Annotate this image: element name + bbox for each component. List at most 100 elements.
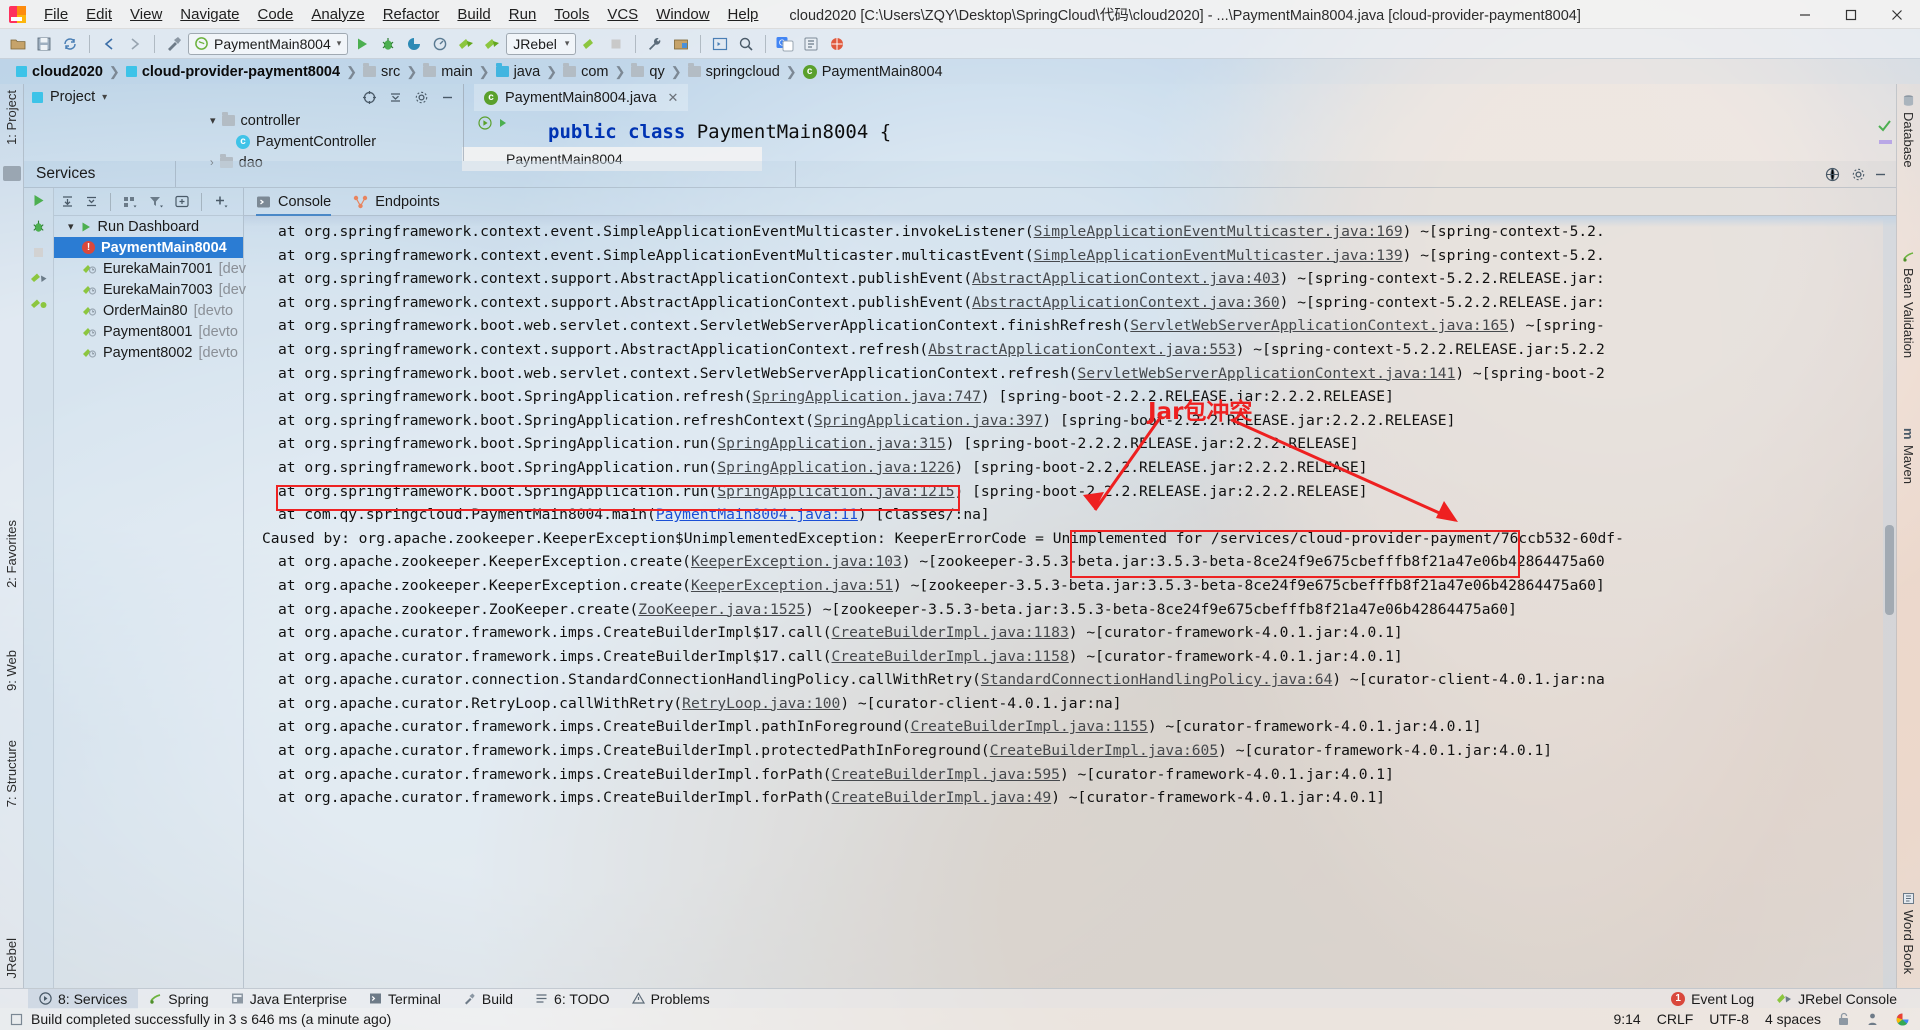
services-item-payment8002[interactable]: Payment8002 [devto: [54, 342, 243, 363]
google-icon[interactable]: [1895, 1012, 1910, 1027]
bottom-item-event-log[interactable]: 1 Event Log: [1660, 989, 1765, 1009]
console-stack-link[interactable]: KeeperException.java:103: [691, 553, 902, 570]
bottom-item-java-enterprise[interactable]: Java Enterprise: [220, 989, 358, 1009]
services-settings-globe-icon[interactable]: [1825, 167, 1840, 182]
console-stack-link[interactable]: KeeperException.java:51: [691, 577, 893, 594]
breadcrumb-item-java[interactable]: java: [490, 63, 547, 80]
rail-item-maven[interactable]: m Maven: [1897, 422, 1920, 490]
run-with-coverage-icon[interactable]: [402, 32, 426, 56]
console-stack-link[interactable]: SpringApplication.java:747: [752, 388, 980, 405]
tree-row-controller[interactable]: ▾ controller: [210, 110, 463, 131]
debug-icon[interactable]: [376, 32, 400, 56]
collapse-all-icon[interactable]: [388, 90, 403, 105]
jrebel-run-icon-sidebar[interactable]: [30, 271, 48, 286]
services-title[interactable]: Services: [24, 161, 176, 187]
chevron-down-icon-controller[interactable]: ▾: [210, 114, 216, 127]
console-stack-link[interactable]: SimpleApplicationEventMulticaster.java:1…: [1034, 247, 1403, 264]
menu-build[interactable]: Build: [448, 3, 499, 26]
console-stack-link[interactable]: CreateBuilderImpl.java:1183: [832, 624, 1069, 641]
run-gutter-icon-2[interactable]: [497, 117, 509, 129]
open-project-icon[interactable]: [6, 32, 30, 56]
services-item-payment8001[interactable]: Payment8001 [devto: [54, 321, 243, 342]
back-icon[interactable]: [97, 32, 121, 56]
editor-tab-paymentmain8004[interactable]: c PaymentMain8004.java ✕: [474, 84, 689, 111]
console-output-wrapper[interactable]: at org.springframework.context.event.Sim…: [244, 216, 1896, 988]
inspector-icon[interactable]: [1866, 1012, 1879, 1026]
inspection-ok-icon[interactable]: [1877, 118, 1892, 133]
jrebel-run-icon[interactable]: [454, 32, 478, 56]
minimize-button[interactable]: [1782, 0, 1828, 29]
bottom-item-services[interactable]: 8: Services: [28, 988, 139, 1009]
scroll-from-source-icon[interactable]: [362, 90, 377, 105]
expand-all-icon[interactable]: [60, 194, 75, 209]
breadcrumb-item-src[interactable]: src: [357, 63, 406, 80]
add-tab-icon[interactable]: [174, 194, 190, 209]
save-all-icon[interactable]: [32, 32, 56, 56]
run-icon-sidebar[interactable]: [31, 193, 46, 208]
bottom-item-spring[interactable]: Spring: [138, 989, 219, 1009]
settings-wrench-icon[interactable]: [643, 32, 667, 56]
console-stack-link[interactable]: CreateBuilderImpl.java:49: [832, 789, 1052, 806]
services-hide-icon[interactable]: [1873, 167, 1888, 182]
jrebel-extra-icon[interactable]: [578, 32, 602, 56]
rail-item-project[interactable]: 1: Project: [0, 84, 23, 151]
menu-view[interactable]: View: [121, 3, 171, 26]
collapse-all-icon-services[interactable]: [84, 194, 99, 209]
chevron-down-icon-dashboard[interactable]: ▾: [68, 220, 74, 233]
services-gear-icon[interactable]: [1851, 167, 1866, 182]
settings-gear-icon[interactable]: [414, 90, 429, 105]
filter-icon[interactable]: [148, 194, 165, 209]
rail-item-jrebel[interactable]: JRebel: [0, 932, 23, 984]
rail-item-structure[interactable]: 7: Structure: [0, 734, 23, 813]
breadcrumb-item-qy[interactable]: qy: [625, 63, 670, 80]
console-scrollbar-thumb[interactable]: [1885, 524, 1894, 615]
word-book-icon[interactable]: [799, 32, 823, 56]
console-stack-link[interactable]: CreateBuilderImpl.java:595: [832, 766, 1060, 783]
menu-tools[interactable]: Tools: [545, 3, 598, 26]
console-stack-link[interactable]: AbstractApplicationContext.java:403: [972, 270, 1280, 287]
run-gutter-icon[interactable]: [478, 116, 492, 130]
rail-item-favorites[interactable]: 2: Favorites: [0, 514, 23, 594]
close-button[interactable]: [1874, 0, 1920, 29]
breadcrumb-item-main[interactable]: main: [417, 63, 478, 80]
menu-edit[interactable]: Edit: [77, 3, 121, 26]
search-icon[interactable]: [734, 32, 758, 56]
menu-refactor[interactable]: Refactor: [374, 3, 449, 26]
add-icon[interactable]: [213, 194, 230, 209]
status-caret-position[interactable]: 9:14: [1613, 1011, 1640, 1027]
project-structure-icon[interactable]: [669, 32, 693, 56]
console-stack-link[interactable]: SpringApplication.java:397: [814, 412, 1042, 429]
breadcrumb-item-module[interactable]: cloud-provider-payment8004: [120, 64, 346, 80]
jrebel-debug-icon-sidebar[interactable]: [30, 297, 48, 312]
status-indent[interactable]: 4 spaces: [1765, 1011, 1821, 1027]
sync-icon[interactable]: [58, 32, 82, 56]
services-item-eurekamain7003[interactable]: EurekaMain7003 [dev: [54, 279, 246, 300]
console-stack-link[interactable]: SpringApplication.java:315: [717, 435, 945, 452]
unlocked-icon[interactable]: [1837, 1012, 1850, 1026]
translate-icon[interactable]: G: [773, 32, 797, 56]
console-stack-link[interactable]: RetryLoop.java:100: [682, 695, 840, 712]
services-item-ordermain80[interactable]: OrderMain80 [devto: [54, 300, 243, 321]
status-encoding[interactable]: UTF-8: [1709, 1011, 1749, 1027]
bottom-item-jrebel-console[interactable]: JRebel Console: [1765, 989, 1908, 1009]
breadcrumb-item-cloud2020[interactable]: cloud2020: [10, 64, 109, 80]
menu-run[interactable]: Run: [500, 3, 546, 26]
rail-item-word-book[interactable]: Word Book: [1897, 886, 1920, 980]
run-anything-icon[interactable]: [708, 32, 732, 56]
bottom-item-problems[interactable]: Problems: [621, 989, 721, 1009]
console-stack-link[interactable]: PaymentMain8004.java:11: [656, 506, 858, 523]
tab-console[interactable]: Console: [256, 188, 331, 216]
services-item-paymentmain8004[interactable]: ! PaymentMain8004: [54, 237, 243, 258]
run-configuration-selector[interactable]: PaymentMain8004 ▾: [188, 32, 349, 55]
maximize-button[interactable]: [1828, 0, 1874, 29]
chevron-down-icon-project[interactable]: ▾: [102, 92, 107, 103]
debug-icon-sidebar[interactable]: [31, 219, 46, 234]
console-scrollbar[interactable]: [1883, 216, 1896, 988]
breadcrumb-item-class[interactable]: c PaymentMain8004: [797, 64, 949, 80]
run-icon[interactable]: [350, 32, 374, 56]
console-stack-link[interactable]: AbstractApplicationContext.java:360: [972, 294, 1280, 311]
console-output[interactable]: at org.springframework.context.event.Sim…: [244, 216, 1896, 988]
breadcrumb-item-springcloud[interactable]: springcloud: [682, 63, 786, 80]
menu-file[interactable]: File: [35, 3, 77, 26]
tree-row-payment-controller[interactable]: c PaymentController: [210, 131, 463, 152]
